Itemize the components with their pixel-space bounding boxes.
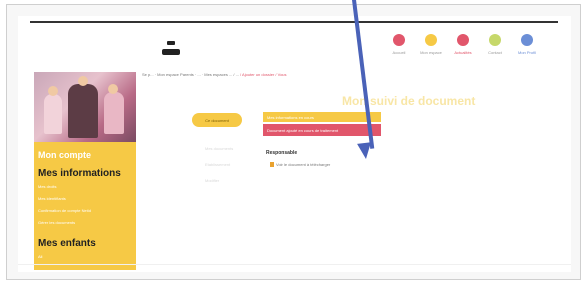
nav-item-accueil[interactable]: Accueil xyxy=(382,34,416,55)
document-link[interactable]: Voir le document à télécharger xyxy=(270,162,330,167)
contact-icon xyxy=(489,34,501,46)
sidebar-item-droits[interactable]: Mes droits xyxy=(38,184,56,189)
faded-line: Etablissement xyxy=(205,162,231,167)
document-pill-button[interactable]: Ce document xyxy=(192,113,242,127)
sidebar-item-identifiants[interactable]: Mes identifiants xyxy=(38,196,66,201)
status-bar-info: Mes informations en cours xyxy=(263,112,381,122)
annotation-arrow-icon xyxy=(357,142,373,160)
sidebar-heading-informations: Mes informations xyxy=(38,168,121,179)
faded-line: Mes documents xyxy=(205,146,234,151)
sidebar-item-confirmation[interactable]: Confirmation de compte Netid xyxy=(38,208,91,213)
status-bar-document: Document ajouté en cours de traitement xyxy=(263,124,381,136)
sidebar: Mon compte Mes informations Mes droits M… xyxy=(34,142,136,270)
profile-icon xyxy=(521,34,533,46)
nav-item-actualites[interactable]: Actualités xyxy=(446,34,480,55)
family-photo xyxy=(34,72,136,142)
breadcrumb: Se p... · Mon espace Parents · ... · Mes… xyxy=(142,72,287,77)
home-icon xyxy=(393,34,405,46)
header-divider xyxy=(30,21,558,23)
sidebar-item-child[interactable]: Ali xyxy=(38,254,42,259)
file-icon xyxy=(270,162,274,167)
nav-item-profil[interactable]: Mon Profil xyxy=(510,34,544,55)
user-space-icon xyxy=(425,34,437,46)
sidebar-title: Mon compte xyxy=(38,150,91,160)
sidebar-heading-enfants: Mes enfants xyxy=(38,238,96,249)
faded-line: Modifier xyxy=(205,178,220,183)
sidebar-item-documents[interactable]: Gérer les documents xyxy=(38,220,75,225)
tent-logo-icon[interactable] xyxy=(162,41,182,59)
nav-item-mon-espace[interactable]: Mon espace xyxy=(414,34,448,55)
page-title: Mon suivi de document xyxy=(342,94,476,108)
news-icon xyxy=(457,34,469,46)
nav-item-contact[interactable]: Contact xyxy=(478,34,512,55)
section-title: Responsable xyxy=(266,150,298,156)
footer-divider xyxy=(18,264,571,265)
